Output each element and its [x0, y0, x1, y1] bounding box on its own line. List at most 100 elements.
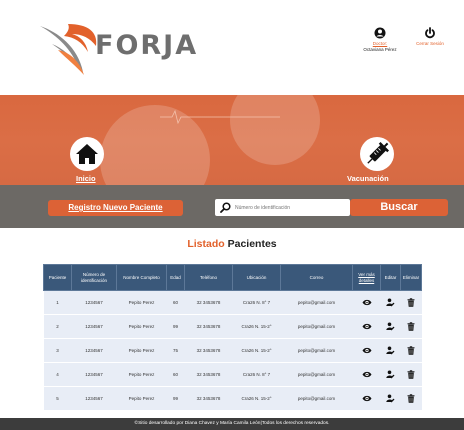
- cell-id: 1234567: [71, 362, 117, 387]
- cell-location: Cra26 N. 15-2°: [232, 338, 281, 363]
- cell-age: 99: [166, 386, 185, 411]
- delete-button[interactable]: [400, 314, 422, 339]
- cell-age: 60: [166, 362, 185, 387]
- eye-icon[interactable]: [362, 395, 372, 402]
- patients-table-container: Paciente Número de identificación Nombre…: [43, 264, 422, 411]
- cell-age: 60: [166, 290, 185, 315]
- home-button[interactable]: [70, 137, 104, 171]
- cell-age: 75: [166, 338, 185, 363]
- column-header: Nombre Completo: [116, 264, 167, 291]
- cell-num: 3: [43, 338, 72, 363]
- delete-button[interactable]: [400, 290, 422, 315]
- user-edit-icon[interactable]: [386, 394, 395, 403]
- column-header: Paciente: [43, 264, 72, 291]
- view-details-button[interactable]: [352, 386, 381, 411]
- table-row: 4 1234567 Pepito Perez 60 32 3453678 Cra26 N.…: [43, 362, 422, 387]
- cell-email: pepito@gmail.com: [280, 338, 353, 363]
- cell-location: Cra26 N. 8° 7: [232, 290, 281, 315]
- cell-num: 1: [43, 290, 72, 315]
- power-icon[interactable]: [424, 27, 436, 39]
- home-icon: [76, 144, 98, 164]
- hero-decoration: [230, 95, 320, 165]
- trash-icon[interactable]: [407, 370, 415, 379]
- view-details-button[interactable]: [352, 314, 381, 339]
- column-header: Eliminar: [400, 264, 422, 291]
- cell-age: 99: [166, 314, 185, 339]
- edit-button[interactable]: [380, 362, 401, 387]
- edit-button[interactable]: [380, 314, 401, 339]
- user-edit-icon[interactable]: [386, 370, 395, 379]
- hero-banner: Inicio Vacunación Registro Nuevo Pacient…: [0, 95, 464, 228]
- logout-label[interactable]: Cerrar Sesión: [408, 41, 452, 47]
- cell-name: Pepito Perez: [116, 314, 167, 339]
- trash-icon[interactable]: [407, 322, 415, 331]
- cell-location: Cra26 N. 15-2°: [232, 386, 281, 411]
- cell-name: Pepito Perez: [116, 290, 167, 315]
- column-header: Número de identificación: [71, 264, 117, 291]
- delete-button[interactable]: [400, 386, 422, 411]
- cell-num: 5: [43, 386, 72, 411]
- table-header-row: Paciente Número de identificación Nombre…: [43, 264, 422, 291]
- eye-icon[interactable]: [362, 323, 372, 330]
- logout-button[interactable]: Cerrar Sesión: [408, 27, 452, 47]
- search-icon: [220, 202, 231, 213]
- vaccination-button[interactable]: [360, 137, 394, 171]
- trash-icon[interactable]: [407, 346, 415, 355]
- delete-button[interactable]: [400, 338, 422, 363]
- user-name: Octaviana Pérez: [363, 47, 397, 52]
- trash-icon[interactable]: [407, 298, 415, 307]
- search-box[interactable]: [215, 199, 350, 216]
- edit-button[interactable]: [380, 338, 401, 363]
- cell-phone: 32 3453678: [184, 290, 233, 315]
- view-details-button[interactable]: [352, 290, 381, 315]
- cell-name: Pepito Perez: [116, 338, 167, 363]
- user-circle-icon: [374, 27, 386, 39]
- list-title: Listado Pacientes: [0, 238, 464, 250]
- column-header: Editar: [380, 264, 401, 291]
- cell-name: Pepito Perez: [116, 362, 167, 387]
- table-row: 2 1234567 Pepito Perez 99 32 3453678 Cra26 N.…: [43, 314, 422, 339]
- view-details-button[interactable]: [352, 362, 381, 387]
- column-header: Teléfono: [184, 264, 233, 291]
- patients-table: Paciente Número de identificación Nombre…: [43, 264, 422, 411]
- list-title-highlight: Listado: [187, 238, 225, 250]
- nav-home-label[interactable]: Inicio: [76, 174, 96, 183]
- table-row: 3 1234567 Pepito Perez 75 32 3453678 Cra26 N.…: [43, 338, 422, 363]
- cell-location: Cra26 N. 8° 7: [232, 362, 281, 387]
- cell-location: Cra26 N. 15-2°: [232, 314, 281, 339]
- column-header: Edad: [166, 264, 185, 291]
- cell-id: 1234567: [71, 338, 117, 363]
- cell-email: pepito@gmail.com: [280, 386, 353, 411]
- user-edit-icon[interactable]: [386, 322, 395, 331]
- eye-icon[interactable]: [362, 299, 372, 306]
- search-button[interactable]: Buscar: [350, 199, 448, 216]
- cell-num: 4: [43, 362, 72, 387]
- search-input[interactable]: [235, 201, 347, 214]
- cell-id: 1234567: [71, 290, 117, 315]
- edit-button[interactable]: [380, 386, 401, 411]
- cell-email: pepito@gmail.com: [280, 362, 353, 387]
- eye-icon[interactable]: [362, 347, 372, 354]
- eye-icon[interactable]: [362, 371, 372, 378]
- user-edit-icon[interactable]: [386, 346, 395, 355]
- cell-num: 2: [43, 314, 72, 339]
- user-edit-icon[interactable]: [386, 298, 395, 307]
- nav-vaccination-label[interactable]: Vacunación: [347, 174, 389, 183]
- header: FORJA Doctor: Octaviana Pérez Cerrar Ses…: [0, 0, 464, 95]
- trash-icon[interactable]: [407, 394, 415, 403]
- brand-name: FORJA: [95, 30, 199, 61]
- user-profile[interactable]: Doctor: Octaviana Pérez: [358, 27, 402, 53]
- register-patient-button[interactable]: Registro Nuevo Paciente: [48, 200, 183, 216]
- cell-email: pepito@gmail.com: [280, 314, 353, 339]
- cell-phone: 32 3453678: [184, 386, 233, 411]
- edit-button[interactable]: [380, 290, 401, 315]
- delete-button[interactable]: [400, 362, 422, 387]
- column-header: Ubicación: [232, 264, 281, 291]
- view-details-button[interactable]: [352, 338, 381, 363]
- cell-name: Pepito Perez: [116, 386, 167, 411]
- list-title-rest: Pacientes: [224, 238, 277, 250]
- cell-id: 1234567: [71, 314, 117, 339]
- column-header: Ver más detalles: [352, 264, 381, 291]
- cell-email: pepito@gmail.com: [280, 290, 353, 315]
- cell-phone: 32 3453678: [184, 338, 233, 363]
